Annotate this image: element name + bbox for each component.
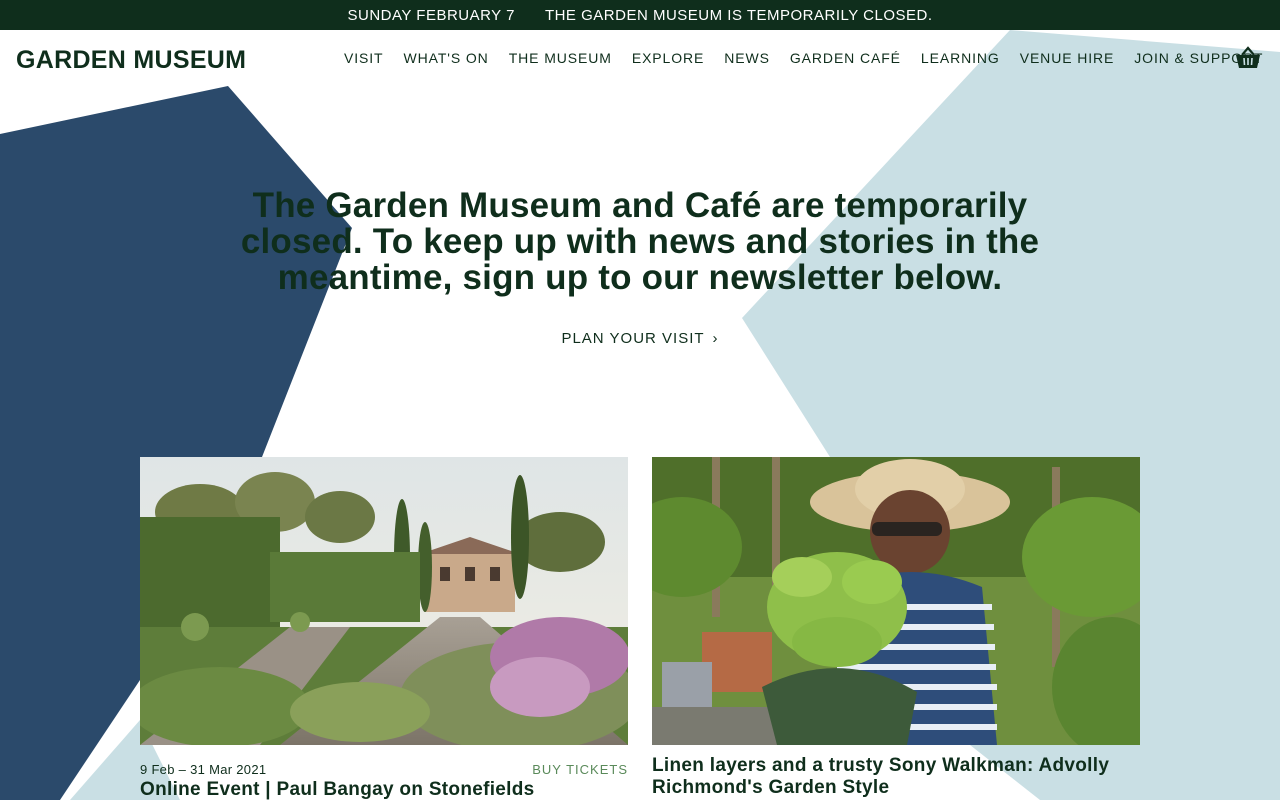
notice-bar: SUNDAY FEBRUARY 7 THE GARDEN MUSEUM IS T…: [0, 0, 1280, 30]
event-title[interactable]: Online Event | Paul Bangay on Stonefield…: [140, 779, 628, 800]
buy-tickets-link[interactable]: BUY TICKETS: [532, 762, 628, 777]
event-card: 9 Feb – 31 Mar 2021 BUY TICKETS Online E…: [140, 457, 628, 800]
notice-date: SUNDAY FEBRUARY 7: [347, 6, 515, 24]
nav-item-garden-cafe[interactable]: GARDEN CAFÉ: [780, 50, 911, 66]
site-header: GARDEN MUSEUM VISIT WHAT'S ON THE MUSEUM…: [0, 30, 1280, 90]
nav-item-learning[interactable]: LEARNING: [911, 50, 1010, 66]
notice-message: THE GARDEN MUSEUM IS TEMPORARILY CLOSED.: [544, 6, 933, 24]
chevron-right-icon: ›: [712, 330, 719, 347]
plan-your-visit-link[interactable]: PLAN YOUR VISIT ›: [561, 330, 718, 347]
card-meta: 9 Feb – 31 Mar 2021 BUY TICKETS: [140, 761, 628, 777]
basket-icon[interactable]: [1235, 46, 1261, 70]
story-card: Linen layers and a trusty Sony Walkman: …: [652, 457, 1140, 799]
main-nav: VISIT WHAT'S ON THE MUSEUM EXPLORE NEWS …: [334, 50, 1273, 66]
gardener-portrait-image[interactable]: [652, 457, 1140, 745]
nav-item-explore[interactable]: EXPLORE: [622, 50, 714, 66]
nav-item-venue-hire[interactable]: VENUE HIRE: [1010, 50, 1125, 66]
nav-item-whats-on[interactable]: WHAT'S ON: [394, 50, 499, 66]
event-date: 9 Feb – 31 Mar 2021: [140, 761, 267, 777]
nav-item-news[interactable]: NEWS: [714, 50, 780, 66]
hero: The Garden Museum and Café are temporari…: [240, 188, 1040, 348]
garden-landscape-image[interactable]: [140, 457, 628, 745]
nav-item-visit[interactable]: VISIT: [334, 50, 394, 66]
hero-title: The Garden Museum and Café are temporari…: [240, 186, 1040, 297]
nav-item-the-museum[interactable]: THE MUSEUM: [499, 50, 622, 66]
page: SUNDAY FEBRUARY 7 THE GARDEN MUSEUM IS T…: [0, 0, 1280, 800]
site-logo[interactable]: GARDEN MUSEUM: [16, 46, 246, 75]
plan-your-visit-label: PLAN YOUR VISIT: [561, 330, 705, 347]
story-title[interactable]: Linen layers and a trusty Sony Walkman: …: [652, 755, 1140, 799]
